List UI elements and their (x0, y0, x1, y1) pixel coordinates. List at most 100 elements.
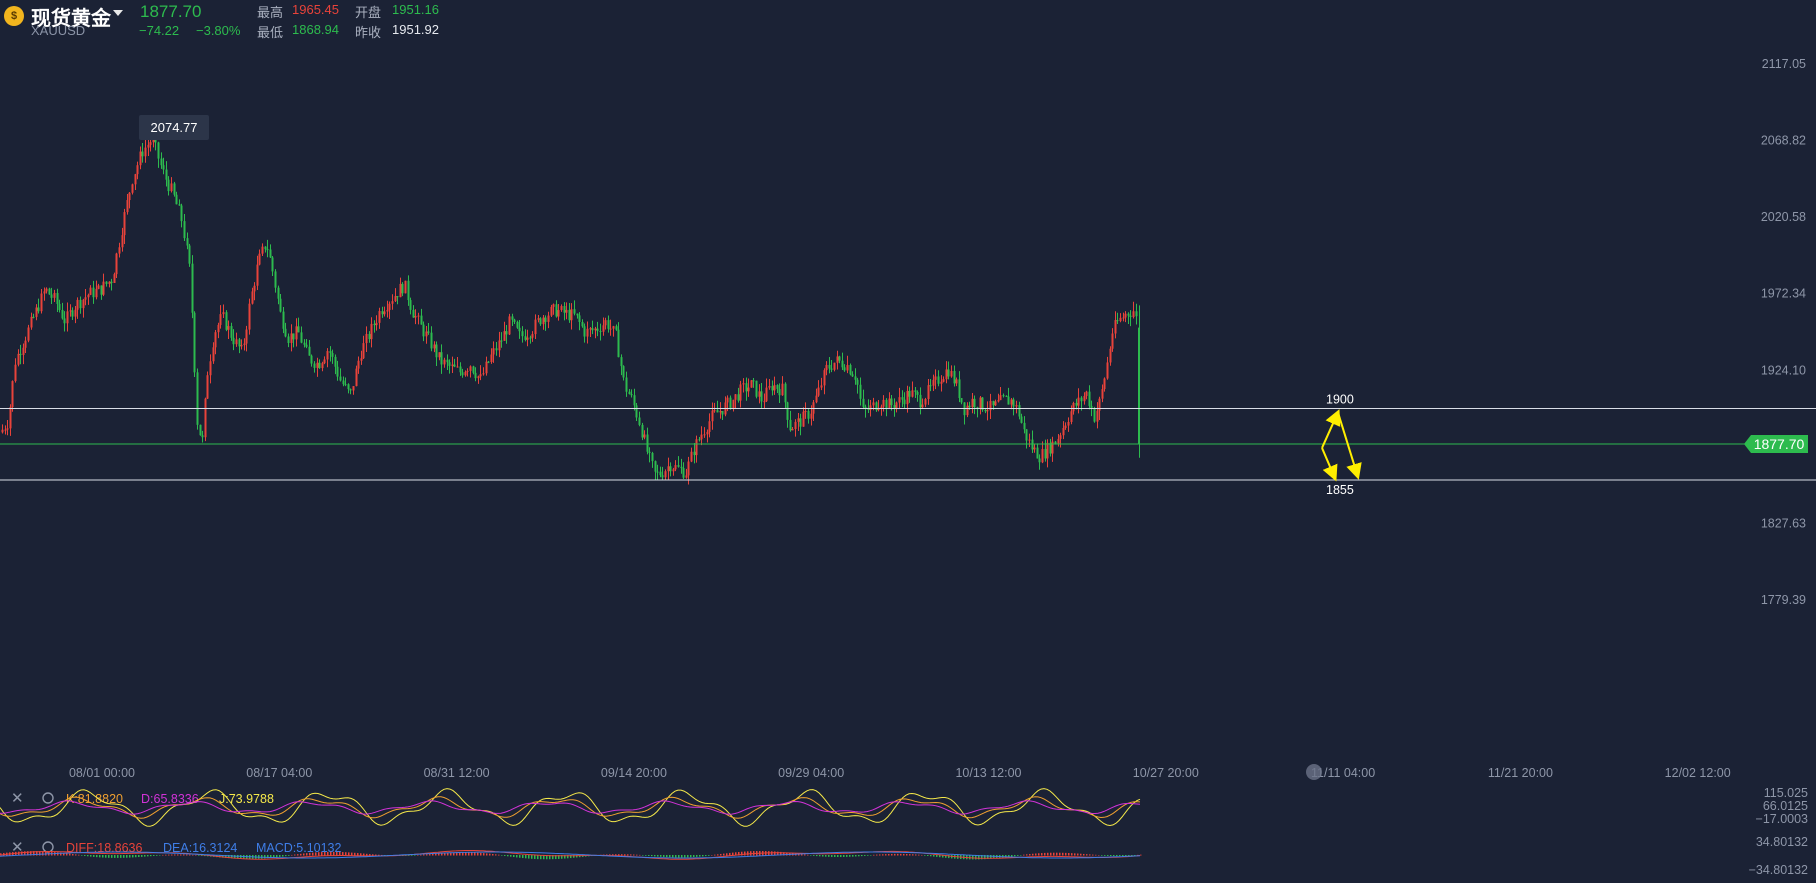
candle-body (830, 368, 833, 370)
macd-bar (342, 852, 344, 856)
macd-bar (1038, 853, 1040, 856)
macd-bar (807, 854, 809, 856)
kdj-j-label: J:73.9788 (219, 792, 274, 806)
candle-body (206, 375, 209, 399)
candle-body (17, 353, 20, 365)
candle-body (388, 303, 391, 311)
price-chart[interactable]: 1877.70 2117.05 2068.82 2020.58 1972.34 1924… (0, 0, 1816, 883)
price-tick-label: 1827.63 (1761, 516, 1806, 530)
candle-body (719, 411, 722, 413)
candle-body (240, 345, 243, 347)
macd-bar (93, 855, 95, 857)
candle-body (888, 398, 891, 409)
candle-body (235, 339, 238, 345)
macd-bar (1071, 853, 1073, 856)
candle-body (703, 434, 706, 436)
candle-body (248, 303, 251, 330)
candle-body (157, 142, 160, 159)
candle-body (646, 434, 649, 452)
macd-bar (165, 854, 167, 856)
candle-body (95, 288, 98, 298)
candle-body (381, 311, 384, 315)
candle-body (713, 410, 716, 412)
candle-body (862, 398, 865, 407)
candle-body (162, 165, 165, 170)
candle-body (342, 380, 345, 385)
macd-bar (285, 855, 287, 857)
macd-bar (900, 853, 902, 856)
candle-body (940, 381, 943, 384)
candle-body (1046, 442, 1049, 459)
candle-body (625, 377, 628, 392)
macd-bar (327, 851, 329, 856)
candle-body (1012, 399, 1015, 407)
candle-body (823, 370, 826, 386)
candle-body (271, 257, 274, 272)
candle-body (32, 316, 35, 318)
macd-bar (879, 854, 881, 856)
candle-body (654, 461, 657, 472)
macd-bar (903, 853, 905, 856)
candle-body (238, 339, 241, 347)
macd-bar (822, 855, 824, 857)
time-tick-label: 08/01 00:00 (69, 766, 135, 780)
macd-bar (90, 855, 92, 857)
candle-body (186, 238, 189, 246)
candle-body (35, 307, 38, 317)
macd-bar (198, 855, 200, 856)
macd-bar (927, 855, 929, 856)
candle-body (134, 174, 137, 185)
candle-body (784, 383, 787, 403)
candle-body (1119, 317, 1122, 322)
candle-body (118, 247, 121, 254)
macd-bar (192, 854, 194, 856)
candle-body (79, 299, 82, 309)
macd-bar (420, 854, 422, 856)
price-tick-label: 2117.05 (1762, 57, 1806, 71)
candle-body (180, 205, 183, 222)
candle-body (617, 329, 620, 358)
candle-body (615, 326, 618, 330)
price-tick-label: 2068.82 (1761, 134, 1806, 148)
candle-body (58, 303, 61, 310)
candle-body (196, 372, 199, 425)
candle-body (474, 372, 477, 379)
candle-body (391, 301, 394, 304)
macd-bar (471, 852, 473, 856)
macd-bar (714, 854, 716, 856)
candle-body (323, 359, 326, 364)
high-marker-label: 2074.77 (151, 120, 198, 135)
candle-body (66, 311, 69, 324)
macd-bar (120, 855, 122, 858)
candle-body (609, 328, 612, 330)
candle-body (375, 322, 378, 326)
macd-bar (645, 855, 647, 856)
macd-bar (291, 854, 293, 856)
candle-body (1010, 399, 1013, 405)
last-candle-body (1138, 327, 1140, 444)
macd-bar (912, 854, 914, 856)
candle-body (9, 407, 12, 429)
candle-body (43, 291, 46, 294)
candle-body (607, 320, 610, 329)
macd-bar (690, 855, 692, 858)
candle-body (851, 374, 854, 377)
candle-body (573, 309, 576, 314)
macd-bar (1101, 855, 1103, 856)
candle-body (758, 391, 761, 397)
candle-body (560, 306, 563, 311)
candle-body (339, 376, 342, 381)
candle-body (755, 380, 758, 397)
macd-bar (642, 855, 644, 856)
candle-body (446, 359, 449, 363)
candle-body (4, 429, 7, 431)
candle-body (1072, 402, 1075, 412)
macd-bar (819, 855, 821, 857)
candle-body (745, 383, 748, 392)
candle-body (1116, 320, 1119, 322)
macd-bar (834, 855, 836, 857)
macd-bar (84, 855, 86, 856)
macd-bar (678, 855, 680, 858)
candle-body (1083, 395, 1086, 402)
macd-bar (357, 853, 359, 856)
